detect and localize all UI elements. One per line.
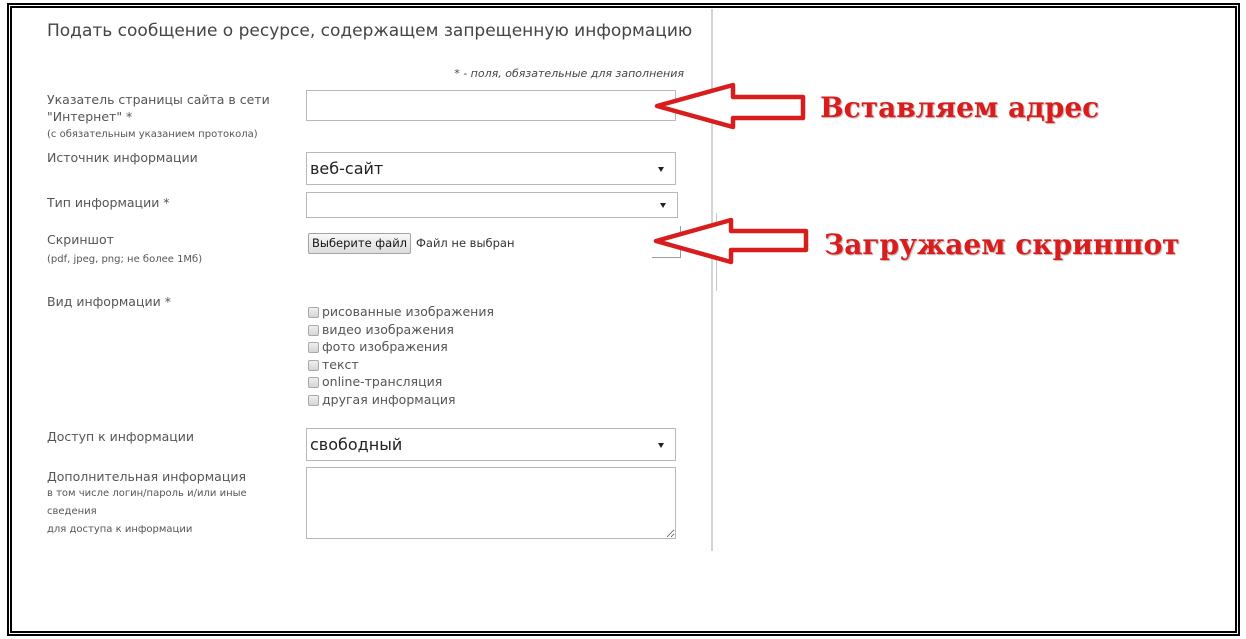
video-images-checkbox[interactable] <box>308 324 319 336</box>
chevron-down-icon <box>658 166 664 172</box>
screenshot-hint: (pdf, jpeg, png; не более 1Мб) <box>47 254 203 265</box>
arrow-left-icon <box>654 82 806 130</box>
checkbox-row-other-info[interactable]: другая информация <box>308 392 456 408</box>
chevron-down-icon <box>660 203 666 208</box>
checkbox-label: рисованные изображения <box>322 304 494 319</box>
checkbox-label: online-трансляция <box>322 374 443 389</box>
choose-file-button[interactable]: Выберите файл <box>308 233 411 254</box>
url-label-line1: Указатель страницы сайта в сети <box>47 92 270 107</box>
access-selected-value: свободный <box>310 435 403 454</box>
checkbox-row-drawn-images[interactable]: рисованные изображения <box>308 304 494 320</box>
access-select[interactable]: свободный <box>306 428 676 461</box>
url-hint: (с обязательным указанием протокола) <box>47 129 258 140</box>
checkbox-row-photo-images[interactable]: фото изображения <box>308 339 448 355</box>
form-title: Подать сообщение о ресурсе, содержащем з… <box>47 21 693 41</box>
other-info-checkbox[interactable] <box>308 394 319 406</box>
info-type-select[interactable] <box>306 192 678 218</box>
chevron-down-icon <box>658 442 664 448</box>
additional-info-hint-line3: для доступа к информации <box>47 524 193 535</box>
drawn-images-checkbox[interactable] <box>308 306 319 318</box>
annotation-upload-screenshot: Загружаем скриншот <box>824 228 1180 261</box>
file-status: Файл не выбран <box>416 236 515 250</box>
checkbox-label: фото изображения <box>322 339 448 354</box>
page: Подать сообщение о ресурсе, содержащем з… <box>0 0 1246 639</box>
source-select[interactable]: веб-сайт <box>306 152 676 185</box>
source-label: Источник информации <box>47 150 198 165</box>
access-label: Доступ к информации <box>47 429 195 444</box>
annotation-insert-address: Вставляем адрес <box>820 91 1100 124</box>
info-type-label: Тип информации * <box>47 195 170 210</box>
checkbox-row-text[interactable]: текст <box>308 357 359 373</box>
arrow-left-icon <box>653 217 809 265</box>
additional-info-label: Дополнительная информация <box>47 469 246 484</box>
url-label-line2: "Интернет" * <box>47 109 133 124</box>
arrow-outline <box>654 82 806 130</box>
checkbox-label: другая информация <box>322 392 456 407</box>
additional-info-hint-line2: сведения <box>47 506 97 517</box>
source-selected-value: веб-сайт <box>310 159 384 178</box>
additional-info-hint-line1: в том числе логин/пароль и/или иные <box>47 488 247 499</box>
arrow-outline <box>653 217 809 265</box>
info-kind-label: Вид информации * <box>47 294 171 309</box>
screenshot-label: Скриншот <box>47 232 114 247</box>
checkbox-label: текст <box>322 357 359 372</box>
text-checkbox[interactable] <box>308 359 319 371</box>
online-stream-checkbox[interactable] <box>308 376 319 388</box>
additional-info-textarea[interactable] <box>306 467 676 539</box>
checkbox-label: видео изображения <box>322 322 454 337</box>
checkbox-row-video-images[interactable]: видео изображения <box>308 322 454 338</box>
url-input[interactable] <box>306 90 676 121</box>
photo-images-checkbox[interactable] <box>308 341 319 353</box>
checkbox-row-online-stream[interactable]: online-трансляция <box>308 374 442 390</box>
